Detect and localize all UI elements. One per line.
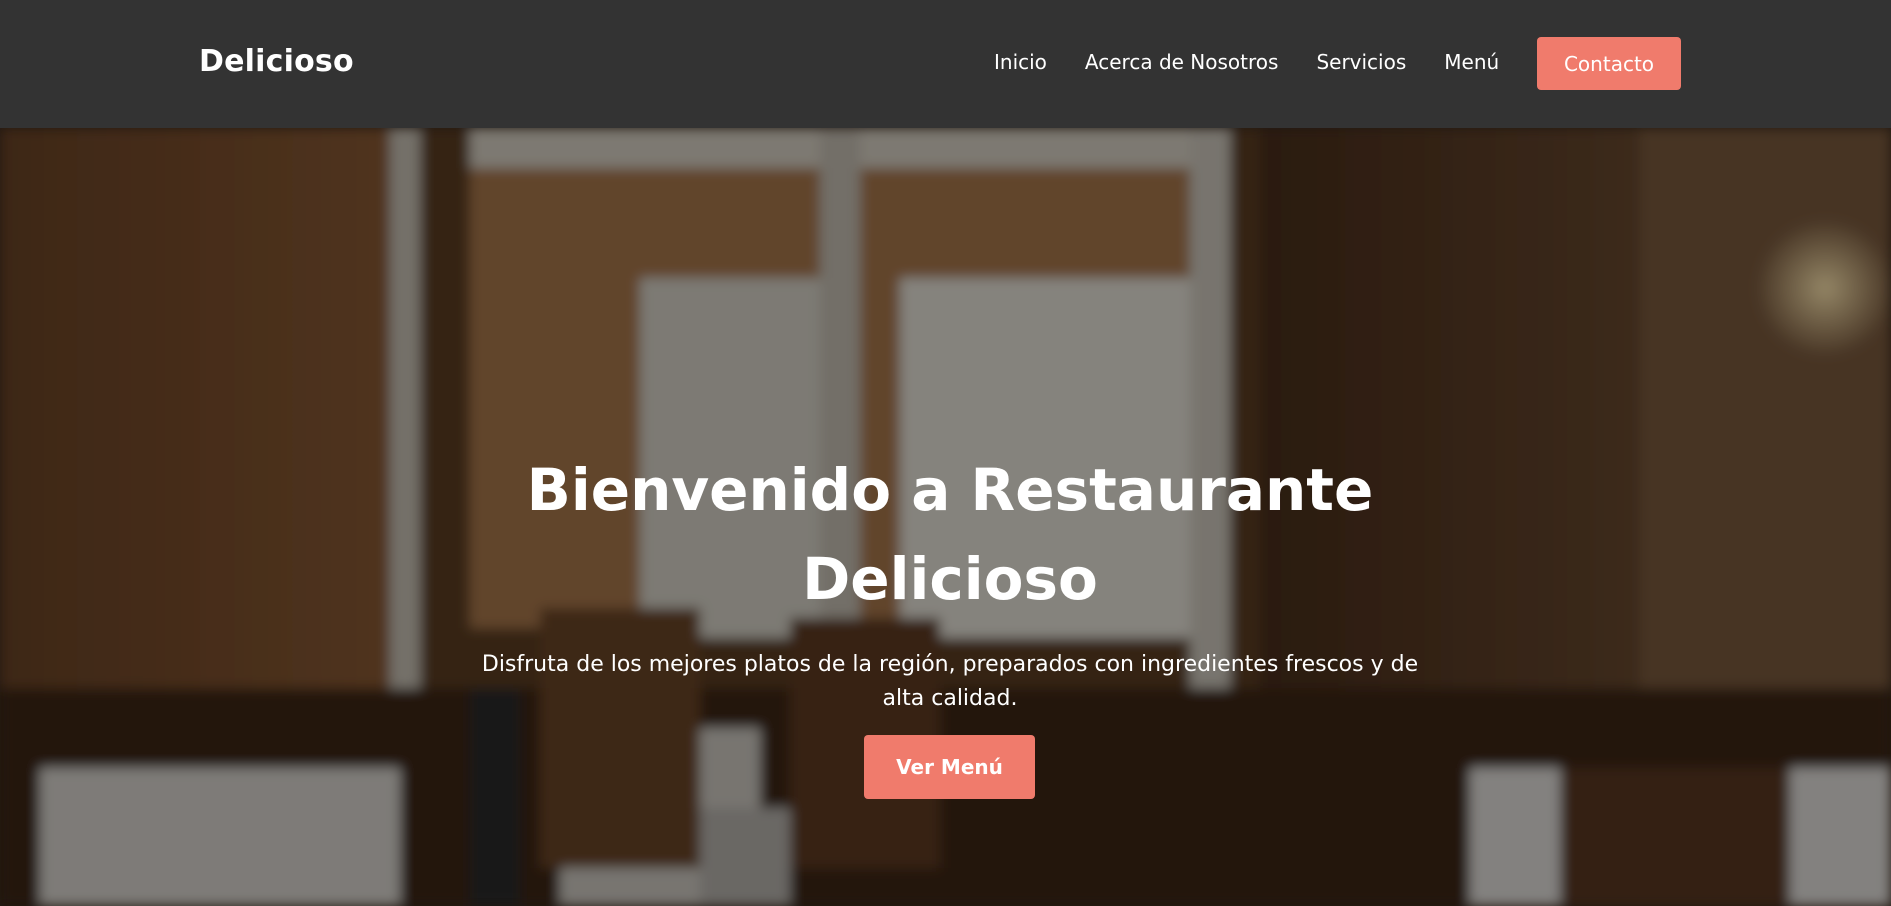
hero-subtitle-line2: alta calidad. <box>882 686 1018 711</box>
nav-link-menu[interactable]: Menú <box>1444 50 1499 74</box>
hero-title-line2: Delicioso <box>802 545 1098 613</box>
contact-button[interactable]: Contacto <box>1537 37 1681 90</box>
main-nav: Inicio Acerca de Nosotros Servicios Menú <box>994 50 1499 74</box>
nav-link-servicios[interactable]: Servicios <box>1316 50 1406 74</box>
view-menu-button[interactable]: Ver Menú <box>864 735 1035 799</box>
brand-logo[interactable]: Delicioso <box>199 44 354 79</box>
nav-link-acerca[interactable]: Acerca de Nosotros <box>1085 50 1279 74</box>
hero-subtitle-line1: Disfruta de los mejores platos de la reg… <box>481 652 1419 677</box>
hero-section: Bienvenido a Restaurante Delicioso Disfr… <box>0 128 1891 906</box>
site-header: Delicioso Inicio Acerca de Nosotros Serv… <box>0 0 1891 128</box>
hero-title-line1: Bienvenido a Restaurante <box>526 456 1374 524</box>
hero-title: Bienvenido a Restaurante Delicioso <box>445 446 1455 624</box>
hero-content: Bienvenido a Restaurante Delicioso Disfr… <box>0 128 1891 906</box>
hero-subtitle: Disfruta de los mejores platos de la reg… <box>460 648 1440 716</box>
nav-link-inicio[interactable]: Inicio <box>994 50 1047 74</box>
